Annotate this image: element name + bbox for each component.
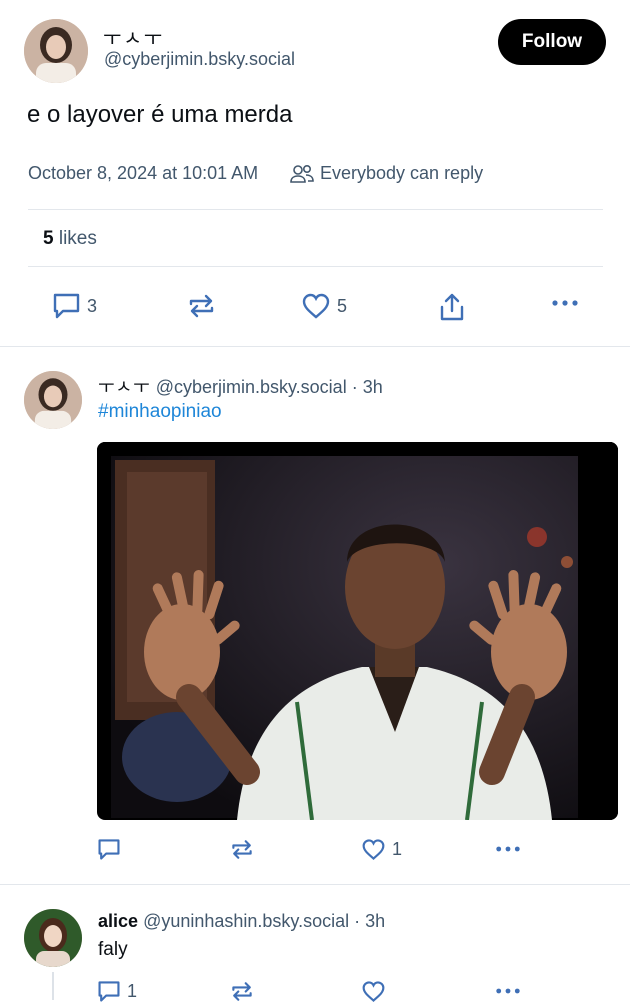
reply-count: 1 — [127, 981, 138, 1001]
heart-icon — [301, 292, 331, 320]
reply-time: 3h — [362, 377, 383, 397]
repost-icon — [187, 292, 216, 320]
reply-avatar[interactable] — [24, 909, 82, 967]
post-text: e o layover é uma merda — [27, 101, 293, 128]
people-icon — [289, 164, 315, 184]
likes-count: 5 — [43, 228, 54, 249]
like-count: 1 — [392, 839, 403, 859]
repost-icon — [230, 838, 254, 861]
hashtag-link[interactable]: #minhaopiniao — [98, 401, 222, 423]
author-handle[interactable]: @cyberjimin.bsky.social — [104, 49, 295, 70]
like-count: 5 — [337, 295, 348, 316]
post-timestamp: October 8, 2024 at 10:01 AM — [28, 163, 259, 183]
divider — [28, 266, 603, 267]
likes-label: likes — [58, 228, 97, 249]
likes-summary[interactable]: 5 likes — [43, 228, 97, 250]
separator-dot: · — [354, 911, 361, 931]
reply-avatar[interactable] — [24, 371, 82, 429]
reply-time: 3h — [365, 911, 386, 931]
thread-separator — [0, 346, 630, 347]
like-button[interactable]: 1 — [361, 838, 402, 861]
reply-author-handle[interactable]: @yuninhashin.bsky.social — [143, 911, 349, 931]
more-options-button[interactable] — [495, 844, 521, 854]
post-image[interactable] — [97, 442, 618, 820]
comment-icon — [52, 292, 81, 320]
repost-button[interactable] — [230, 838, 254, 861]
reply-author-handle[interactable]: @cyberjimin.bsky.social — [156, 377, 347, 397]
ellipsis-icon — [551, 298, 579, 308]
reply-author-name[interactable]: ㅜㅅㅜ — [98, 377, 151, 397]
author-avatar[interactable] — [24, 19, 88, 83]
separator-dot: · — [351, 377, 358, 397]
reply-button[interactable]: 3 — [52, 292, 97, 320]
divider — [28, 209, 603, 210]
reply-count: 3 — [87, 295, 98, 316]
thread-separator — [0, 884, 630, 885]
ellipsis-icon — [495, 986, 521, 996]
comment-icon — [97, 838, 121, 861]
ellipsis-icon — [495, 844, 521, 854]
more-options-button[interactable] — [495, 986, 521, 996]
reply-author-name[interactable]: alice — [98, 911, 138, 931]
reply-button[interactable] — [97, 838, 121, 861]
share-icon — [438, 292, 466, 322]
reply-header: alice @yuninhashin.bsky.social · 3h — [98, 911, 385, 932]
share-button[interactable] — [438, 292, 466, 322]
reply-header: ㅜㅅㅜ @cyberjimin.bsky.social · 3h — [98, 373, 383, 399]
author-display-name[interactable]: ㅜㅅㅜ — [103, 22, 164, 51]
repost-button[interactable] — [187, 292, 216, 320]
reply-text: faly — [98, 939, 128, 960]
more-options-button[interactable] — [551, 298, 579, 308]
follow-button[interactable]: Follow — [498, 19, 606, 65]
thread-line — [52, 972, 54, 1000]
like-button[interactable]: 5 — [301, 292, 347, 320]
heart-icon — [361, 838, 386, 861]
reply-setting[interactable]: Everybody can reply — [320, 163, 483, 184]
